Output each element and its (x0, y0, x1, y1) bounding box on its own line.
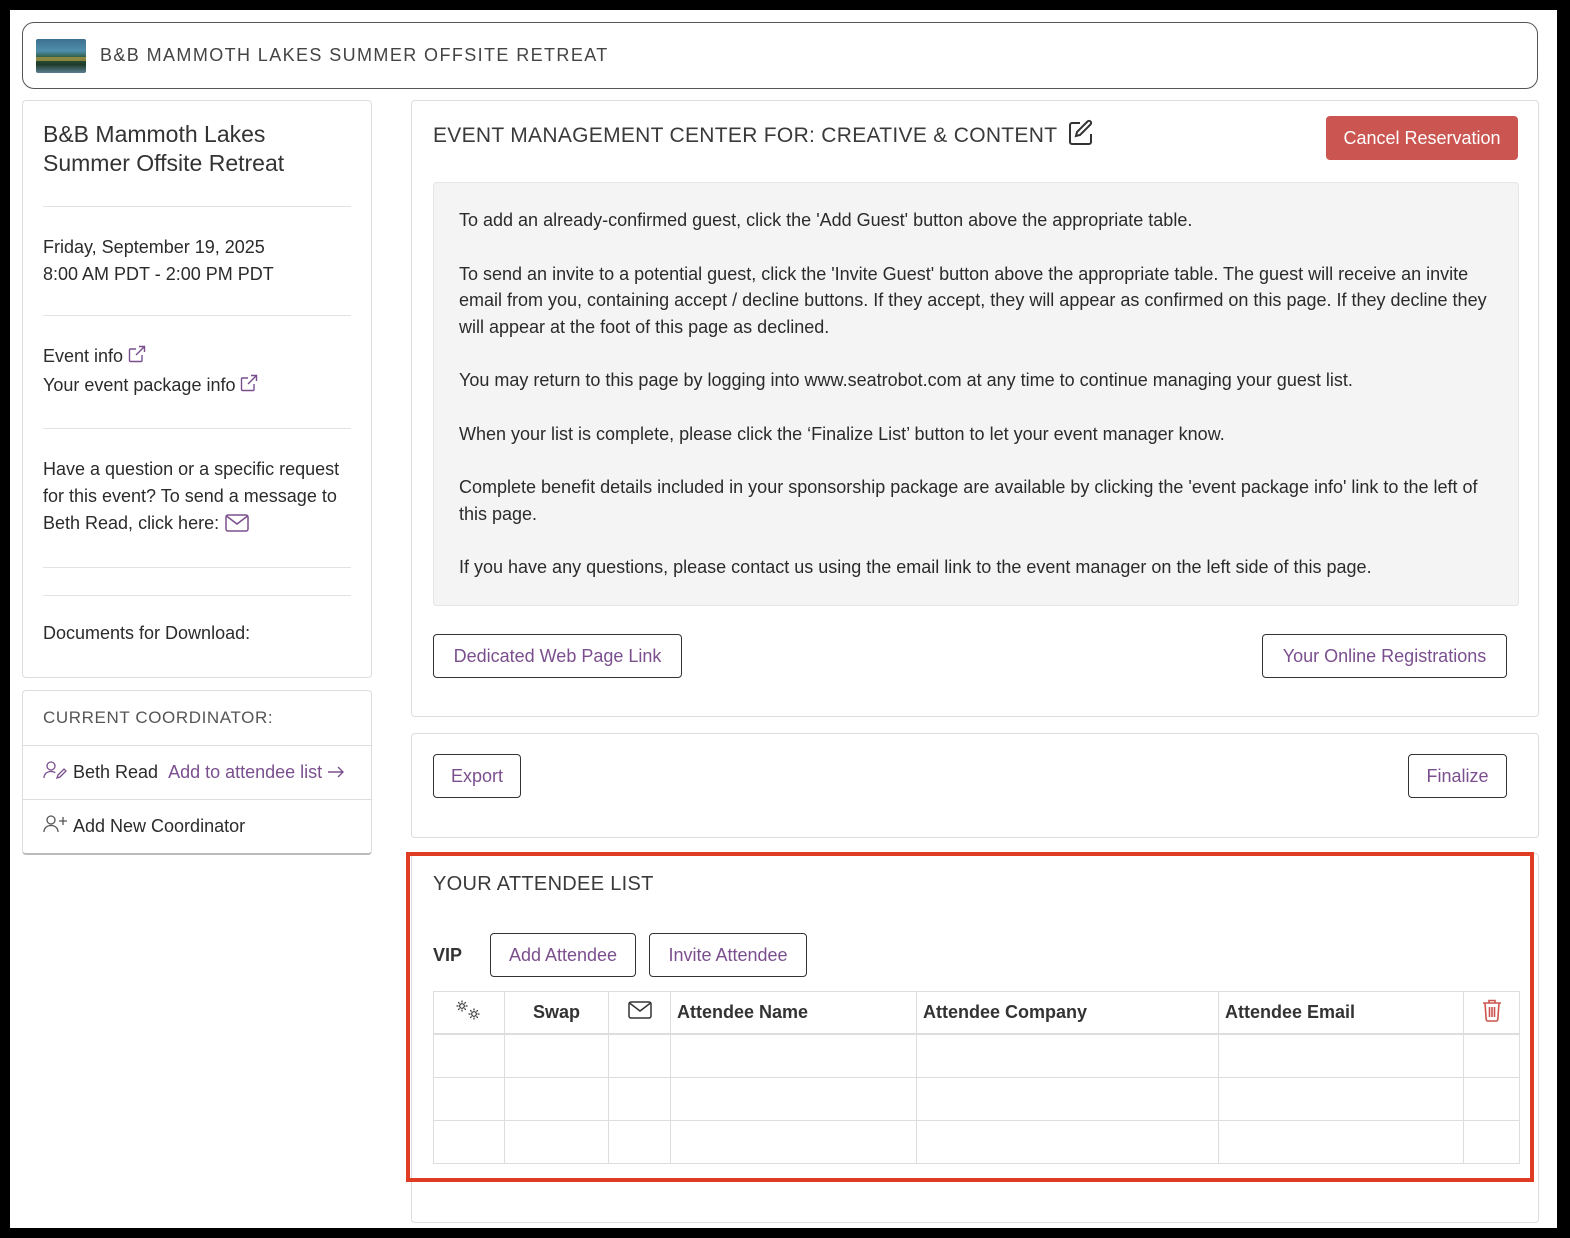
documents-label: Documents for Download: (43, 623, 251, 643)
edit-icon[interactable] (1057, 119, 1095, 153)
email-column-header (608, 991, 671, 1035)
add-attendee-button[interactable]: Add Attendee (490, 933, 636, 977)
invite-attendee-button[interactable]: Invite Attendee (649, 933, 807, 977)
list-actions-card: Export Finalize (411, 733, 1539, 838)
cancel-reservation-button[interactable]: Cancel Reservation (1326, 116, 1518, 160)
finalize-button[interactable]: Finalize (1408, 754, 1507, 798)
event-datetime: Friday, September 19, 2025 8:00 AM PDT -… (43, 207, 351, 316)
instructions-box: To add an already-confirmed guest, click… (433, 182, 1519, 606)
trash-icon[interactable] (1482, 999, 1502, 1026)
table-row (433, 1120, 1520, 1164)
event-date: Friday, September 19, 2025 (43, 237, 265, 257)
attendee-email-column-header: Attendee Email (1218, 991, 1464, 1035)
envelope-icon (627, 1001, 652, 1023)
envelope-icon[interactable] (225, 513, 249, 540)
attendee-name-column-header: Attendee Name (670, 991, 917, 1035)
instruction-text: When your list is complete, please click… (459, 423, 1225, 444)
arrow-right-icon (327, 762, 345, 782)
add-to-attendee-list-link[interactable]: Add to attendee list (168, 762, 345, 783)
divider (43, 568, 351, 596)
event-info-link[interactable]: Event info (43, 346, 123, 366)
attendee-table: Swap Attendee Name Attendee Company Atte… (433, 991, 1520, 1164)
instruction-text: You may return to this page by logging i… (459, 370, 1353, 390)
event-details-card: B&B Mammoth Lakes Summer Offsite Retreat… (22, 100, 372, 678)
table-header-row: Swap Attendee Name Attendee Company Atte… (433, 991, 1520, 1035)
user-edit-icon (43, 760, 69, 785)
event-title: B&B Mammoth Lakes Summer Offsite Retreat (43, 120, 351, 207)
event-header-bar: B&B MAMMOTH LAKES SUMMER OFFSITE RETREAT (22, 22, 1538, 89)
group-label: VIP (433, 945, 463, 965)
instruction-text: Complete benefit details included in you… (459, 477, 1478, 524)
external-link-icon[interactable] (127, 344, 147, 372)
management-heading: EVENT MANAGEMENT CENTER FOR: CREATIVE & … (433, 119, 1095, 153)
event-management-card: EVENT MANAGEMENT CENTER FOR: CREATIVE & … (411, 100, 1539, 717)
table-row (433, 1077, 1520, 1121)
attendee-list-card: YOUR ATTENDEE LIST VIP Add Attendee Invi… (411, 853, 1539, 1223)
attendee-company-column-header: Attendee Company (916, 991, 1219, 1035)
event-time: 8:00 AM PDT - 2:00 PM PDT (43, 264, 274, 284)
event-links: Event info Your event package info (43, 316, 351, 429)
online-registrations-button[interactable]: Your Online Registrations (1262, 634, 1507, 678)
attendee-list-heading: YOUR ATTENDEE LIST (433, 873, 654, 895)
package-info-link[interactable]: Your event package info (43, 375, 235, 395)
user-plus-icon (43, 814, 69, 839)
external-link-icon[interactable] (239, 373, 259, 401)
contact-text: Have a question or a specific request fo… (43, 459, 340, 533)
instruction-text: To add an already-confirmed guest, click… (459, 210, 1193, 230)
swap-column-header: Swap (504, 991, 609, 1035)
coordinator-row: Beth Read Add to attendee list (23, 746, 371, 800)
dedicated-web-page-button[interactable]: Dedicated Web Page Link (433, 634, 682, 678)
delete-column-header[interactable] (1463, 991, 1520, 1035)
instruction-text: If you have any questions, please contac… (459, 557, 1372, 577)
add-new-coordinator-button[interactable]: Add New Coordinator (23, 800, 371, 853)
coordinator-heading: CURRENT COORDINATOR: (23, 691, 371, 746)
event-thumbnail (36, 38, 86, 73)
export-button[interactable]: Export (433, 754, 521, 798)
event-header-title: B&B MAMMOTH LAKES SUMMER OFFSITE RETREAT (100, 45, 609, 65)
settings-column-header[interactable] (433, 991, 505, 1035)
coordinator-name: Beth Read (73, 762, 159, 782)
table-row (433, 1033, 1520, 1078)
coordinator-card: CURRENT COORDINATOR: Beth Read Add to at… (22, 690, 372, 855)
gears-icon[interactable] (453, 1000, 485, 1026)
page: B&B MAMMOTH LAKES SUMMER OFFSITE RETREAT… (10, 10, 1557, 1228)
instruction-text: To send an invite to a potential guest, … (459, 263, 1487, 337)
contact-block: Have a question or a specific request fo… (43, 429, 351, 568)
